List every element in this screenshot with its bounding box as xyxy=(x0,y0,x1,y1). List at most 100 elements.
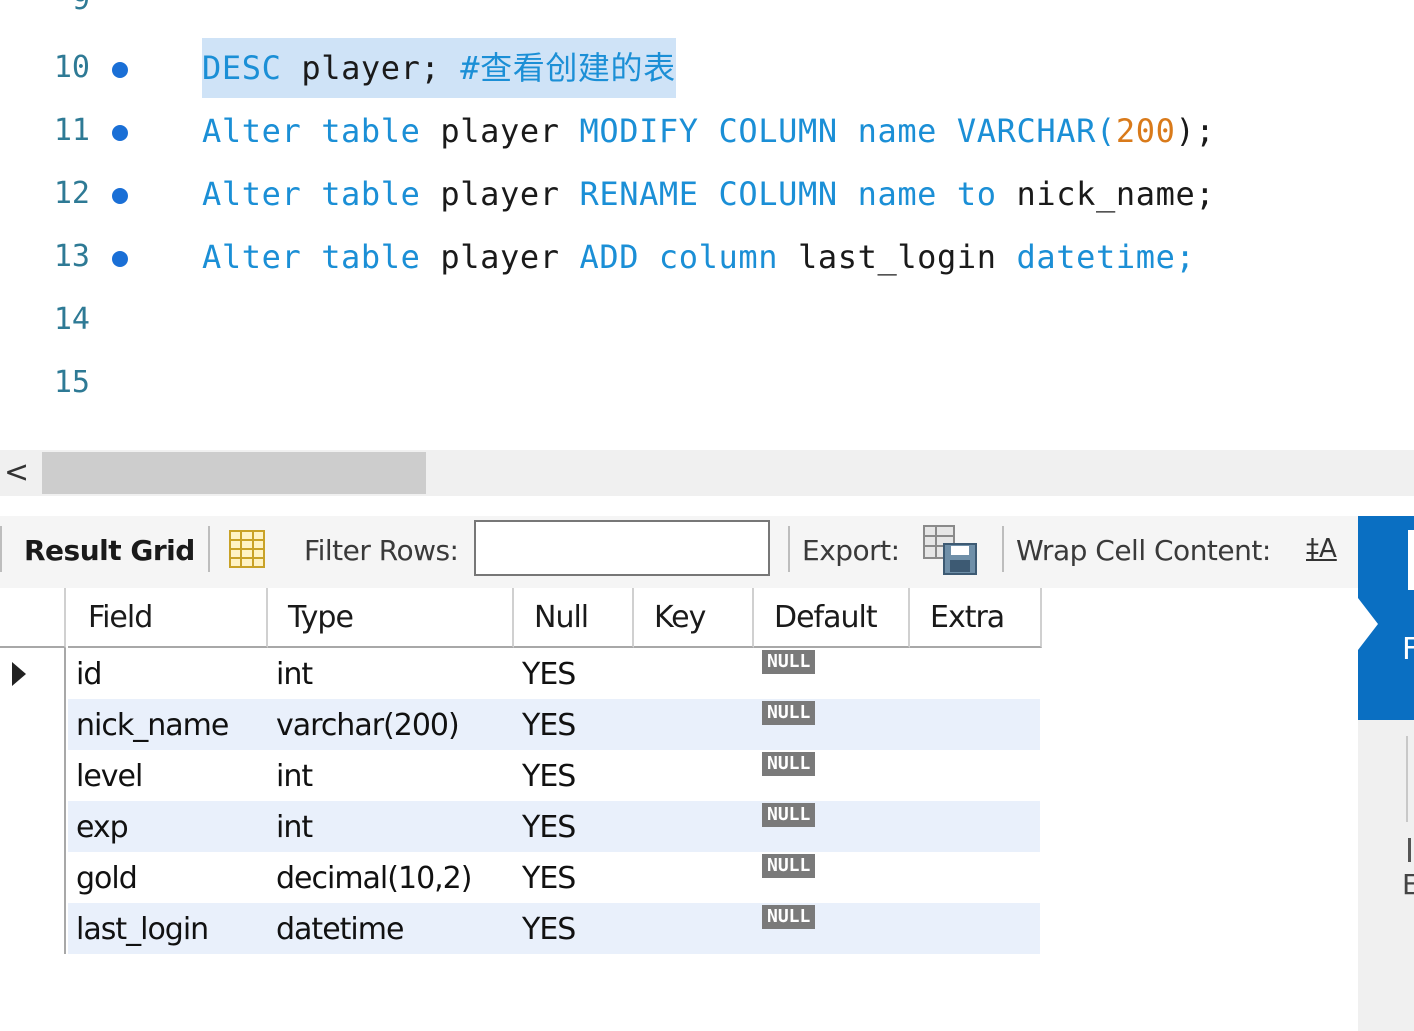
sql-identifier: player; xyxy=(281,49,461,87)
cell-extra[interactable] xyxy=(910,801,1040,852)
cell-null[interactable]: YES xyxy=(514,699,634,750)
cell-field[interactable]: level xyxy=(68,750,268,801)
cell-key[interactable] xyxy=(634,801,754,852)
table-row[interactable]: exp int YES NULL xyxy=(0,801,1040,852)
side-tab-label[interactable]: E xyxy=(1402,868,1414,901)
column-header-extra[interactable]: Extra xyxy=(910,588,1042,648)
row-selector[interactable] xyxy=(0,903,66,954)
cell-extra[interactable] xyxy=(910,852,1040,903)
table-row[interactable]: gold decimal(10,2) YES NULL xyxy=(0,852,1040,903)
scroll-left-icon[interactable]: < xyxy=(4,456,29,490)
scrollbar-thumb[interactable] xyxy=(42,452,426,494)
table-row[interactable]: level int YES NULL xyxy=(0,750,1040,801)
cell-null[interactable]: YES xyxy=(514,852,634,903)
row-selector[interactable] xyxy=(0,648,66,699)
line-number: 15 xyxy=(53,365,90,400)
statement-marker-icon[interactable] xyxy=(112,188,128,204)
statement-marker-icon[interactable] xyxy=(112,62,128,78)
column-header-default[interactable]: Default xyxy=(754,588,910,648)
row-selector[interactable] xyxy=(0,852,66,903)
code-line[interactable]: DESC player; #查看创建的表 xyxy=(202,38,676,98)
toolbar-divider xyxy=(788,526,790,572)
cell-null[interactable]: YES xyxy=(514,750,634,801)
cell-type[interactable]: datetime xyxy=(268,903,514,954)
row-selector[interactable] xyxy=(0,699,66,750)
sql-keyword: datetime; xyxy=(1016,238,1196,276)
cell-key[interactable] xyxy=(634,750,754,801)
cell-default[interactable]: NULL xyxy=(754,852,910,903)
cell-field[interactable]: last_login xyxy=(68,903,268,954)
sql-comment: #查看创建的表 xyxy=(460,49,676,87)
column-header-field[interactable]: Field xyxy=(68,588,268,648)
code-line[interactable]: Alter table player RENAME COLUMN name to… xyxy=(202,164,1215,224)
code-line[interactable]: Alter table player ADD column last_login… xyxy=(202,227,1195,287)
filter-rows-label: Filter Rows: xyxy=(304,534,459,567)
cell-default[interactable]: NULL xyxy=(754,801,910,852)
column-header-key[interactable]: Key xyxy=(634,588,754,648)
cell-type[interactable]: varchar(200) xyxy=(268,699,514,750)
cell-type[interactable]: int xyxy=(268,648,514,699)
cell-extra[interactable] xyxy=(910,903,1040,954)
cell-null[interactable]: YES xyxy=(514,648,634,699)
line-number: 14 xyxy=(53,302,90,337)
cell-null[interactable]: YES xyxy=(514,801,634,852)
code-line[interactable]: Alter table player MODIFY COLUMN name VA… xyxy=(202,101,1215,161)
editor-line-11[interactable]: 11 Alter table player MODIFY COLUMN name… xyxy=(0,101,1414,161)
cell-extra[interactable] xyxy=(910,648,1040,699)
null-badge: NULL xyxy=(762,803,816,827)
editor-line-14[interactable]: 14 xyxy=(0,290,1414,350)
cell-default[interactable]: NULL xyxy=(754,903,910,954)
wrap-cell-toggle-icon[interactable]: ‡A xyxy=(1306,534,1342,570)
cell-type[interactable]: int xyxy=(268,750,514,801)
cell-field[interactable]: gold xyxy=(68,852,268,903)
cell-extra[interactable] xyxy=(910,750,1040,801)
cell-field[interactable]: exp xyxy=(68,801,268,852)
sql-keyword: Alter table xyxy=(202,175,421,213)
side-tab-label[interactable]: F xyxy=(1402,632,1414,667)
line-number: 12 xyxy=(53,176,90,211)
cell-key[interactable] xyxy=(634,699,754,750)
cell-default[interactable]: NULL xyxy=(754,648,910,699)
toolbar-divider xyxy=(208,526,210,572)
export-icon[interactable] xyxy=(922,524,980,576)
side-tab-icon xyxy=(1408,530,1414,590)
cell-extra[interactable] xyxy=(910,699,1040,750)
cell-default[interactable]: NULL xyxy=(754,699,910,750)
cell-key[interactable] xyxy=(634,903,754,954)
sql-identifier: player xyxy=(420,175,580,213)
null-badge: NULL xyxy=(762,854,816,878)
sql-identifier: player xyxy=(420,238,580,276)
editor-line-13[interactable]: 13 Alter table player ADD column last_lo… xyxy=(0,227,1414,287)
editor-line-10[interactable]: 10 DESC player; #查看创建的表 xyxy=(0,38,1414,98)
table-row[interactable]: id int YES NULL xyxy=(0,648,1040,699)
line-number: 9 xyxy=(40,0,90,30)
table-row[interactable]: nick_name varchar(200) YES NULL xyxy=(0,699,1040,750)
result-grid-tab[interactable]: Result Grid xyxy=(24,534,195,567)
column-header-null[interactable]: Null xyxy=(514,588,634,648)
row-selector[interactable] xyxy=(0,801,66,852)
cell-type[interactable]: int xyxy=(268,801,514,852)
statement-marker-icon[interactable] xyxy=(112,251,128,267)
cell-key[interactable] xyxy=(634,852,754,903)
horizontal-scrollbar[interactable]: < xyxy=(0,450,1414,496)
cell-field[interactable]: nick_name xyxy=(68,699,268,750)
cell-default[interactable]: NULL xyxy=(754,750,910,801)
sql-keyword: DESC xyxy=(202,49,282,87)
side-marker xyxy=(1408,838,1411,862)
grid-layout-icon[interactable] xyxy=(229,530,265,568)
column-header-type[interactable]: Type xyxy=(268,588,514,648)
filter-rows-input[interactable] xyxy=(474,520,770,576)
cell-key[interactable] xyxy=(634,648,754,699)
toolbar-divider xyxy=(1002,526,1004,572)
cell-type[interactable]: decimal(10,2) xyxy=(268,852,514,903)
statement-marker-icon[interactable] xyxy=(112,125,128,141)
null-badge: NULL xyxy=(762,650,816,674)
sql-editor[interactable]: 9 10 DESC player; #查看创建的表 11 Alter table… xyxy=(0,0,1414,450)
editor-line-12[interactable]: 12 Alter table player RENAME COLUMN name… xyxy=(0,164,1414,224)
editor-line-15[interactable]: 15 xyxy=(0,353,1414,413)
cell-field[interactable]: id xyxy=(68,648,268,699)
table-row[interactable]: last_login datetime YES NULL xyxy=(0,903,1040,954)
cell-null[interactable]: YES xyxy=(514,903,634,954)
sql-keyword: MODIFY COLUMN name VARCHAR( xyxy=(579,112,1116,150)
row-selector[interactable] xyxy=(0,750,66,801)
